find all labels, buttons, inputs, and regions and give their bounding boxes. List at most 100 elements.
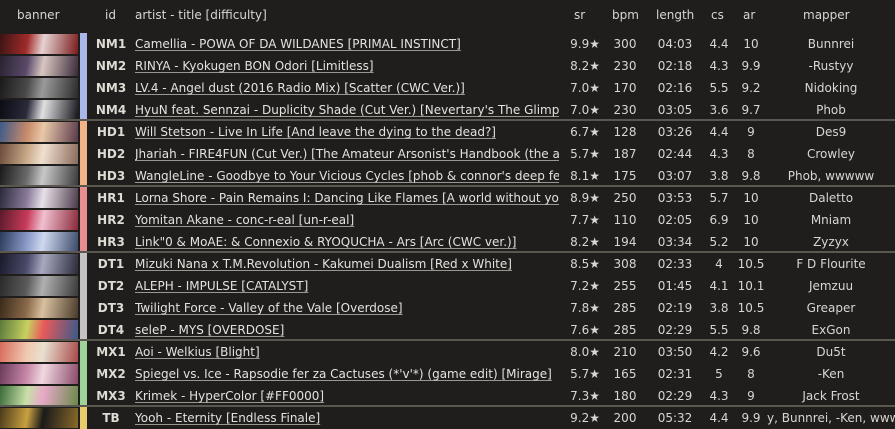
mod-color-bar [80, 385, 87, 407]
table-row[interactable]: HR1 Lorna Shore - Pain Remains I: Dancing… [0, 187, 895, 209]
ar-value: 8 [747, 147, 755, 161]
table-row[interactable]: MX2 Spiegel vs. Ice - Rapsodie fer za Cac… [0, 363, 895, 385]
star-rating: 9.9★ [570, 37, 600, 51]
length-value: 02:31 [657, 367, 693, 381]
table-row[interactable]: HR3 Link"0 & MoAE: & Connexio & RYOQUCHA … [0, 231, 895, 253]
header-title: artist - title [difficulty] [135, 8, 267, 22]
map-title-link[interactable]: Lorna Shore - Pain Remains I: Dancing Li… [135, 187, 559, 209]
mod-color-bar [80, 407, 87, 429]
star-rating: 9.2★ [570, 411, 600, 425]
map-title-link[interactable]: Yomitan Akane - conc-r-eal [un-r-eal] [135, 209, 559, 231]
table-row[interactable]: NM3 LV.4 - Angel dust (2016 Radio Mix) [S… [0, 77, 895, 99]
map-title-link[interactable]: RINYA - Kyokugen BON Odori [Limitless] [135, 55, 559, 77]
mapper-name: Jack Frost [802, 389, 860, 403]
map-title-link[interactable]: WangleLine - Goodbye to Your Vicious Cyc… [135, 165, 559, 187]
banner-image [0, 408, 78, 428]
length-value: 03:50 [657, 345, 693, 359]
mappool-table: banner id artist - title [difficulty] sr… [0, 0, 895, 429]
table-row[interactable]: MX1 Aoi - Welkius [Blight] 8.0★ 210 03:50 4.2… [0, 341, 895, 363]
bpm-value: 230 [613, 103, 637, 117]
map-id: HR2 [97, 213, 125, 227]
length-value: 02:18 [657, 59, 693, 73]
map-title-link[interactable]: Spiegel vs. Ice - Rapsodie fer za Cactus… [135, 363, 559, 385]
map-title-link[interactable]: Link"0 & MoAE: & Connexio & RYOQUCHA - A… [135, 231, 559, 253]
mapper-name: Crowley [806, 147, 856, 161]
map-title-link[interactable]: HyuN feat. Sennzai - Duplicity Shade (Cu… [135, 99, 559, 121]
star-rating: 8.2★ [570, 235, 600, 249]
map-title-link[interactable]: seleP - MYS [OVERDOSE] [135, 319, 559, 341]
mapper-name: Jemzuu [808, 279, 854, 293]
bpm-value: 255 [613, 279, 637, 293]
bpm-value: 200 [613, 411, 637, 425]
length-value: 02:29 [657, 389, 693, 403]
bpm-value: 210 [613, 345, 637, 359]
length-value: 02:44 [657, 147, 693, 161]
ar-value: 10.5 [737, 301, 765, 315]
table-row[interactable]: TB Yooh - Eternity [Endless Finale] 9.2★ 20… [0, 407, 895, 429]
mapper-name: ExGon [811, 323, 851, 337]
table-row[interactable]: DT3 Twilight Force - Valley of the Vale [… [0, 297, 895, 319]
map-id: NM4 [95, 103, 127, 117]
map-title-link[interactable]: LV.4 - Angel dust (2016 Radio Mix) [Scat… [135, 77, 559, 99]
header-banner: banner [17, 8, 60, 22]
map-title-link[interactable]: Will Stetson - Live In Life [And leave t… [135, 121, 559, 143]
cs-value: 5.5 [709, 323, 729, 337]
banner-image [0, 276, 78, 296]
bpm-value: 300 [613, 37, 637, 51]
map-id: MX3 [96, 389, 126, 403]
mod-color-bar [80, 143, 87, 165]
banner-image [0, 342, 78, 362]
ar-value: 10.5 [737, 257, 765, 271]
cs-value: 3.8 [709, 301, 729, 315]
map-id: HR1 [97, 191, 125, 205]
mod-color-bar [80, 209, 87, 231]
bpm-value: 250 [613, 191, 637, 205]
ar-value: 9.6 [741, 345, 761, 359]
map-title-link[interactable]: Krimek - HyperColor [#FF0000] [135, 385, 559, 407]
table-row[interactable]: DT2 ALEPH - IMPULSE [CATALYST] 7.2★ 255 01:4… [0, 275, 895, 297]
ar-value: 9.9 [741, 59, 761, 73]
table-row[interactable]: NM4 HyuN feat. Sennzai - Duplicity Shade … [0, 99, 895, 121]
ar-value: 10 [743, 213, 759, 227]
table-row[interactable]: HD3 WangleLine - Goodbye to Your Vicious … [0, 165, 895, 187]
mod-color-bar [80, 275, 87, 297]
ar-value: 9.2 [741, 81, 761, 95]
mod-color-bar [80, 253, 87, 275]
banner-image [0, 320, 78, 340]
map-id: HD3 [96, 169, 126, 183]
table-row[interactable]: HR2 Yomitan Akane - conc-r-eal [un-r-eal]… [0, 209, 895, 231]
mod-color-bar [80, 187, 87, 209]
table-row[interactable]: HD1 Will Stetson - Live In Life [And leav… [0, 121, 895, 143]
map-title-link[interactable]: Mizuki Nana x T.M.Revolution - Kakumei D… [135, 253, 559, 275]
map-id: MX1 [96, 345, 126, 359]
table-row[interactable]: MX3 Krimek - HyperColor [#FF0000] 7.3★ 180 0… [0, 385, 895, 407]
table-row[interactable]: NM2 RINYA - Kyokugen BON Odori [Limitless… [0, 55, 895, 77]
map-id: NM2 [95, 59, 127, 73]
mapper-name: Nidoking [804, 81, 858, 95]
map-id: DT3 [97, 301, 125, 315]
star-rating: 8.0★ [570, 345, 600, 359]
banner-image [0, 100, 78, 120]
banner-image [0, 386, 78, 406]
mod-color-bar [80, 55, 87, 77]
mapper-name: Zyzyx [813, 235, 849, 249]
table-row[interactable]: NM1 Camellia - POWA OF DA WILDANES [PRIMA… [0, 33, 895, 55]
ar-value: 9.8 [741, 323, 761, 337]
length-value: 03:07 [657, 169, 693, 183]
map-title-link[interactable]: Aoi - Welkius [Blight] [135, 341, 559, 363]
star-rating: 8.9★ [570, 191, 600, 205]
bpm-value: 128 [613, 125, 637, 139]
table-row[interactable]: HD2 Jhariah - FIRE4FUN (Cut Ver.) [The Am… [0, 143, 895, 165]
mod-color-bar [80, 165, 87, 187]
map-title-link[interactable]: ALEPH - IMPULSE [CATALYST] [135, 275, 559, 297]
map-title-link[interactable]: Yooh - Eternity [Endless Finale] [135, 407, 559, 429]
map-id: DT1 [97, 257, 125, 271]
mapper-name: Du5t [816, 345, 846, 359]
map-title-link[interactable]: Camellia - POWA OF DA WILDANES [PRIMAL I… [135, 33, 559, 55]
cs-value: 5 [715, 367, 723, 381]
table-row[interactable]: DT4 seleP - MYS [OVERDOSE] 7.6★ 285 02:29 5.5… [0, 319, 895, 341]
map-title-link[interactable]: Jhariah - FIRE4FUN (Cut Ver.) [The Amate… [135, 143, 559, 165]
table-row[interactable]: DT1 Mizuki Nana x T.M.Revolution - Kakume… [0, 253, 895, 275]
map-id: NM1 [95, 37, 127, 51]
map-title-link[interactable]: Twilight Force - Valley of the Vale [Ove… [135, 297, 559, 319]
